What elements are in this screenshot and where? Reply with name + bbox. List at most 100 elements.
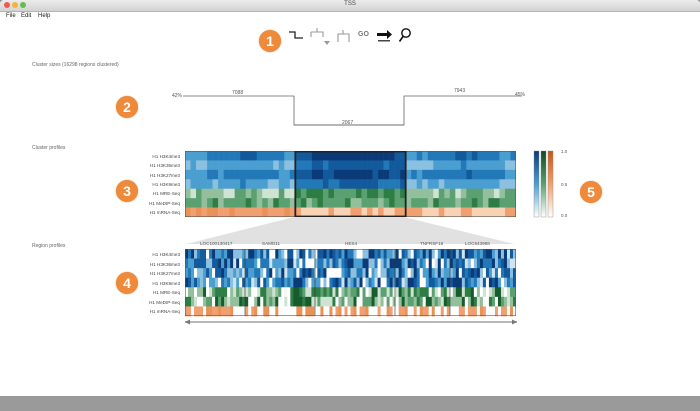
heatmap-cell [194,306,198,317]
heatmap-cell [215,306,219,317]
heatmap-cell [499,188,506,199]
step-icon[interactable] [288,29,304,41]
heatmap-cell [302,306,306,317]
heatmap-cell [425,258,430,269]
heatmap-cell [437,296,442,307]
gene-label[interactable]: LOC100130417 [200,241,232,246]
heatmap-cell [234,169,241,180]
heatmap-cell [362,249,366,259]
heatmap-cell [338,296,342,307]
heatmap-cell [356,188,362,199]
heatmap-cell [281,268,285,279]
gene-label[interactable]: SAMD11 [262,241,280,246]
heatmap-cell [460,179,467,190]
heatmap-cell [356,277,360,288]
heatmap-cell [218,188,224,199]
heatmap-cell [224,306,228,317]
cluster-count-3: 7943 [454,88,466,94]
menu-edit[interactable]: Edit [21,13,31,19]
heatmap-cell [262,151,269,161]
heatmap-cell [422,258,427,269]
heatmap-cell [367,169,373,180]
heatmap-cell [443,258,448,269]
heatmap-cell [350,268,354,279]
heatmap-cell [437,268,442,279]
heatmap-cell [488,287,493,298]
heatmap-cell [464,296,469,307]
heatmap-cell [257,287,261,298]
heatmap-cell [378,160,384,171]
branch-down-icon[interactable] [310,27,334,47]
heatmap-cell [438,198,445,208]
heatmap-cell [215,296,219,307]
heatmap-cell [407,277,411,288]
heatmap-cell [438,188,445,199]
heatmap-cell [458,287,463,298]
heatmap-cell [460,160,467,171]
heatmap-cell [278,188,285,199]
heatmap-cell [233,287,237,298]
heatmap-cell [284,268,288,279]
heatmap-cell [323,268,327,279]
gene-label[interactable]: LOC643988 [465,241,490,246]
heatmap-cell [344,249,348,259]
heatmap-cell [493,188,500,199]
heatmap-cell [233,249,237,259]
heatmap-cell [311,198,318,208]
heatmap-cell [272,258,276,269]
menu-help[interactable]: Help [38,13,50,19]
heatmap-cell [256,198,263,208]
heatmap-cell [245,306,249,317]
gene-label[interactable]: HES4 [345,241,357,246]
heatmap-cell [494,249,499,259]
heatmap-cell [460,151,467,161]
region-scrollbar[interactable] [185,318,517,326]
heatmap-cell [377,287,381,298]
heatmap-cell [236,268,240,279]
heatmap-cell [431,277,436,288]
heatmap-cell [461,249,466,259]
heatmap-cell [203,287,207,298]
heatmap-cell [287,268,291,279]
heatmap-cell [440,296,445,307]
cluster-profile-heatmap[interactable] [185,151,516,217]
heatmap-cell [201,198,208,208]
heatmap-cell [488,160,495,171]
heatmap-cell [344,169,351,180]
menu-file[interactable]: File [6,13,16,19]
heatmap-cell [329,258,333,269]
heatmap-cell [504,179,511,190]
heatmap-cell [482,258,487,269]
heatmap-cell [306,198,313,208]
heatmap-cell [485,306,490,317]
heatmap-cell [273,198,280,208]
go-arrow-icon[interactable] [377,28,393,42]
heatmap-cell [308,268,312,279]
heatmap-cell [335,296,339,307]
heatmap-cell [341,287,345,298]
search-icon[interactable] [398,27,412,43]
go-button[interactable]: GO [358,31,369,38]
heatmap-cell [322,188,329,199]
heatmap-cell [257,296,261,307]
heatmap-cell [404,258,408,269]
heatmap-cell [229,151,235,161]
heatmap-cell [413,296,417,307]
region-profile-heatmap[interactable] [185,249,516,321]
gene-label[interactable]: TNFRSF18 [420,241,443,246]
heatmap-cell [266,258,270,269]
heatmap-cell [383,151,390,161]
heatmap-cell [263,306,267,317]
branch-up-icon[interactable] [337,29,351,43]
heatmap-cell [227,268,231,279]
heatmap-cell [493,151,500,161]
heatmap-cell [503,277,508,288]
heatmap-cell [504,188,511,199]
heatmap-cell [449,151,456,161]
cluster-track-label: H1 H3K4me3 [152,154,180,159]
heatmap-cell [275,268,279,279]
heatmap-cell [206,287,210,298]
heatmap-cell [333,151,340,161]
heatmap-cell [506,306,511,317]
heatmap-cell [444,151,451,161]
